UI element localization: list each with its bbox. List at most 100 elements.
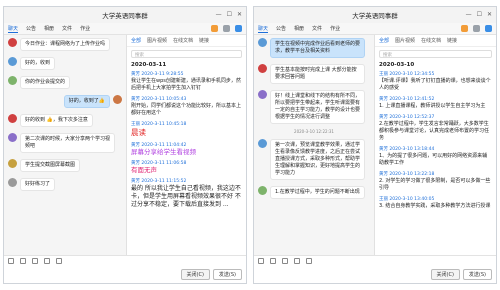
tab-all[interactable]: 全部 — [379, 37, 389, 44]
avatar[interactable] — [8, 178, 17, 187]
mic-icon[interactable] — [306, 258, 312, 264]
message-bubble: 学生提交截图屏幕截图 — [20, 159, 81, 172]
avatar[interactable] — [258, 186, 267, 195]
video-icon[interactable] — [473, 25, 480, 32]
tab-media[interactable]: 图片视频 — [395, 37, 415, 44]
entry-text: 晨读 — [131, 128, 146, 137]
phone-icon[interactable] — [461, 25, 468, 32]
folder-icon[interactable] — [282, 258, 288, 264]
message-bubble: 今日作业：课程网络为了上传作业吗 — [20, 38, 111, 51]
entry-text: 2. 对学生的学习做了很多限制，是否可以多做一些引导 — [379, 178, 491, 191]
entry-text: 刚开始，同学们都说这个功能比较好，所以基本上都好在用这个 — [131, 103, 242, 116]
window-title: 大学英语同事群 — [102, 12, 148, 20]
close-button[interactable]: 关闭(C) — [430, 269, 460, 280]
avatar[interactable] — [8, 57, 17, 66]
chat-history[interactable]: 学生在视频中完成作业后看到老师的要求，教学平台及相关资料 学生基本能按时完成上课… — [254, 35, 374, 255]
video-icon[interactable] — [223, 25, 230, 32]
avatar[interactable] — [258, 139, 267, 148]
tab-chat[interactable]: 聊天 — [258, 25, 269, 33]
sender-meta: 王丽 2020-3-10 12:34:55 — [379, 72, 435, 77]
history-entry: 黄芳 2020-3-10 13:18:44 1、为的提了很多问题，可以用好的网络资… — [375, 144, 496, 169]
share-icon[interactable] — [235, 25, 242, 32]
send-button[interactable]: 发送(S) — [212, 269, 242, 280]
message-bubble: 好的，收到 — [20, 57, 56, 70]
message-bubble: 第一次课，预览课堂教学效果，通过学生看录像反馈教学进度，之后正在尝试直播授课方式… — [270, 139, 365, 180]
date-header: 2020-03-10 — [379, 62, 415, 68]
tab-homework[interactable]: 作业 — [330, 25, 340, 32]
tab-chat[interactable]: 聊天 — [8, 25, 19, 33]
avatar[interactable] — [258, 38, 267, 47]
sender-meta: 黄芳 2020-3-11 11:15:52 — [131, 179, 187, 184]
scissors-icon[interactable] — [270, 258, 276, 264]
image-icon[interactable] — [44, 258, 50, 264]
avatar[interactable] — [258, 64, 267, 73]
history-entry: 黄芳 2020-3-10 13:22:18 2. 对学生的学习做了很多限制，是否可… — [375, 169, 496, 194]
timestamp: 2020-3-10 12:22:31 — [294, 129, 334, 134]
input-area[interactable]: 关闭(C) 发送(S) — [4, 255, 246, 283]
maximize-icon[interactable]: ☐ — [477, 11, 482, 18]
tab-album[interactable]: 相册 — [44, 25, 54, 32]
input-toolbar — [4, 256, 246, 266]
image-icon[interactable] — [294, 258, 300, 264]
window-title: 大学英语同事群 — [352, 12, 398, 20]
chat-message: 你的作业会提交的 — [4, 73, 126, 92]
avatar[interactable] — [113, 95, 122, 104]
chat-history[interactable]: 今日作业：课程网络为了上传作业吗 好的，收到 你的作业会提交的 好的，收到了👍 … — [4, 35, 126, 255]
search-input[interactable]: 搜索 — [379, 50, 492, 58]
sender-meta: 黄芳 2020-3-11 10:05:43 — [131, 97, 187, 102]
close-button[interactable]: 关闭(C) — [180, 269, 210, 280]
message-bubble: 学生在视频中完成作业后看到老师的要求，教学平台及相关资料 — [270, 38, 365, 58]
minimize-icon[interactable]: — — [216, 11, 222, 18]
message-bubble: 第二次课的时候，大家分享两个学习视频吧 — [20, 133, 115, 153]
chat-message: 今日作业：课程网络为了上传作业吗 — [4, 35, 126, 54]
date-header: 2020-03-11 — [131, 62, 167, 68]
message-history-pane: 全部 图片视频 在线文档 链接 搜索 2020-03-11 黄芳 2020-3-… — [126, 35, 246, 255]
close-icon[interactable]: ✕ — [487, 11, 492, 18]
send-button[interactable]: 发送(S) — [462, 269, 492, 280]
tab-homework[interactable]: 作业 — [80, 25, 90, 32]
chat-message: 第一次课，预览课堂教学效果，通过学生看录像反馈教学进度，之后正在尝试直播授课方式… — [254, 136, 374, 183]
avatar[interactable] — [8, 114, 17, 123]
avatar[interactable] — [8, 76, 17, 85]
tab-docs[interactable]: 在线文档 — [173, 37, 193, 44]
close-icon[interactable]: ✕ — [237, 11, 242, 18]
emoji-icon[interactable] — [258, 258, 264, 264]
chat-message: 好的，收到了👍 — [4, 92, 126, 111]
tab-announcement[interactable]: 公告 — [276, 25, 286, 32]
tab-docs[interactable]: 在线文档 — [421, 37, 441, 44]
menu-bar: 聊天 公告 相册 文件 作业 — [254, 23, 496, 35]
tab-album[interactable]: 相册 — [294, 25, 304, 32]
entry-text: 1、为的提了很多问题，可以用好的网络资源来辅助教学工作 — [379, 153, 488, 166]
entry-text: 1. 上课直播课程，教师讲授以学生自主学习为主 — [379, 103, 486, 109]
scissors-icon[interactable] — [20, 258, 26, 264]
tab-files[interactable]: 文件 — [312, 25, 322, 32]
chat-message: 学生提交截图屏幕截图 — [4, 156, 126, 175]
tab-media[interactable]: 图片视频 — [147, 37, 167, 44]
minimize-icon[interactable]: — — [466, 11, 472, 18]
folder-icon[interactable] — [32, 258, 38, 264]
avatar[interactable] — [8, 159, 17, 168]
tab-links[interactable]: 链接 — [199, 37, 209, 44]
avatar[interactable] — [8, 38, 17, 47]
entry-text: 2.在教学过程中，学生发言非常踊跃，大多数学生都积极参与课堂讨论，认真完成老师布… — [379, 121, 490, 141]
history-entry: 黄芳 2020-3-11 10:05:43 刚开始，同学们都说这个功能比较好，所以… — [127, 94, 246, 119]
emoji-icon[interactable] — [8, 258, 14, 264]
tab-links[interactable]: 链接 — [447, 37, 457, 44]
message-bubble: 好的收到 👍，我下次多注意 — [20, 114, 93, 127]
message-bubble: 好的，收到了👍 — [63, 95, 110, 108]
maximize-icon[interactable]: ☐ — [227, 11, 232, 18]
avatar[interactable] — [8, 133, 17, 142]
chat-message: 第二次课的时候，大家分享两个学习视频吧 — [4, 130, 126, 156]
entry-text: 【听课.评课】我听了钉钉直播的课，也想来谈谈个人的感受 — [379, 78, 491, 91]
tab-files[interactable]: 文件 — [62, 25, 72, 32]
input-area[interactable]: 关闭(C) 发送(S) — [254, 255, 496, 283]
mic-icon[interactable] — [56, 258, 62, 264]
avatar[interactable] — [258, 90, 267, 99]
entry-text: 我让学生在wps创建新建，通讯录和手机同步，然后把手机上大家拍学生加入钉钉 — [131, 78, 241, 91]
chat-message: 好好练习了 — [4, 175, 126, 194]
phone-icon[interactable] — [211, 25, 218, 32]
tab-announcement[interactable]: 公告 — [26, 25, 36, 32]
search-input[interactable]: 搜索 — [131, 50, 242, 58]
tab-all[interactable]: 全部 — [131, 37, 141, 44]
share-icon[interactable] — [485, 25, 492, 32]
